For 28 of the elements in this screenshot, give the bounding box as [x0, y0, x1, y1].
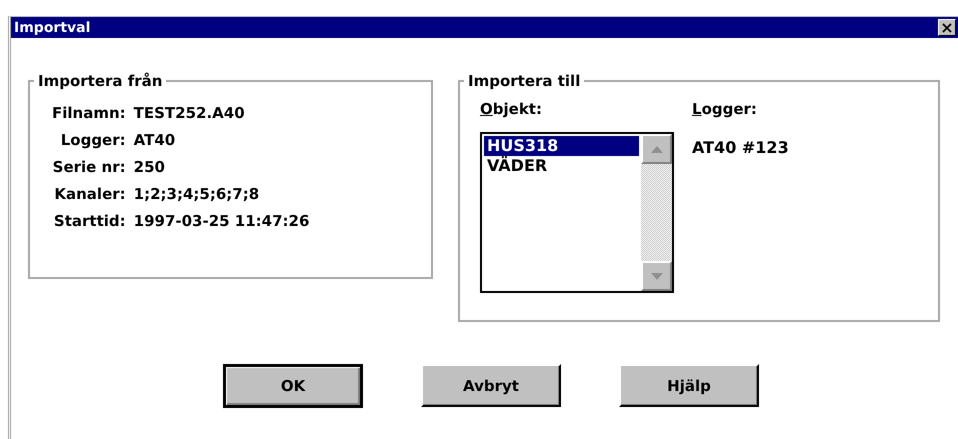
field-value: TEST252.A40	[134, 104, 246, 122]
field-value: AT40	[134, 131, 176, 149]
field-value: 1;2;3;4;5;6;7;8	[134, 185, 260, 203]
window-title: Importval	[14, 20, 90, 36]
field-label: Starttid:	[52, 212, 126, 230]
logger-label: Logger:	[692, 100, 758, 120]
field-label: Filnamn:	[52, 104, 126, 122]
field-value: 250	[134, 158, 166, 176]
group-legend: Importera från	[34, 72, 166, 90]
close-button[interactable]: ×	[938, 19, 956, 36]
dialog-button[interactable]: OK	[223, 364, 363, 408]
field-label: Kanaler:	[53, 185, 126, 203]
dialog-button[interactable]: Avbryt	[421, 364, 561, 407]
logger-value: AT40 #123	[692, 138, 789, 157]
scrollbar[interactable]	[641, 134, 672, 291]
scroll-up-button[interactable]	[641, 134, 672, 164]
group-legend: Importera till	[464, 72, 584, 90]
scroll-down-button[interactable]	[641, 261, 672, 291]
dialog-button[interactable]: Hjälp	[619, 364, 759, 407]
list-item[interactable]: HUS318	[484, 136, 639, 156]
up-arrow-icon	[650, 146, 662, 152]
field-value: 1997-03-25 11:47:26	[134, 212, 310, 230]
object-listbox[interactable]: HUS318 VÄDER	[480, 132, 674, 293]
field-label: Serie nr:	[52, 158, 126, 176]
down-arrow-icon	[650, 272, 662, 280]
field-label: Logger:	[60, 131, 126, 149]
list-item[interactable]: VÄDER	[484, 156, 639, 176]
object-label: Objekt:	[480, 100, 543, 120]
